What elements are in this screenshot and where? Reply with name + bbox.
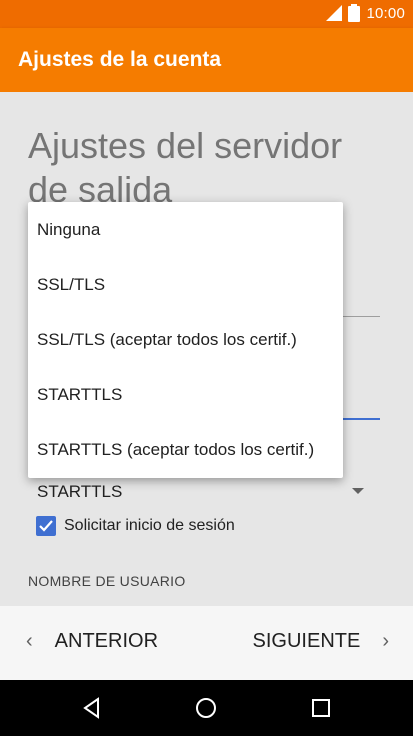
back-icon[interactable] [80, 696, 104, 720]
dropdown-option[interactable]: STARTTLS [28, 367, 343, 422]
require-signin-checkbox[interactable] [36, 516, 56, 536]
status-bar: 10:00 [0, 0, 413, 28]
security-type-select[interactable]: STARTTLS [28, 480, 368, 510]
next-button[interactable]: SIGUIENTE › [253, 630, 389, 653]
home-icon[interactable] [194, 696, 218, 720]
dropdown-option[interactable]: SSL/TLS [28, 257, 343, 312]
security-type-value: STARTTLS [37, 482, 123, 501]
require-signin-row[interactable]: Solicitar inicio de sesión [36, 514, 235, 538]
chevron-right-icon: › [382, 630, 389, 652]
check-icon [39, 520, 53, 532]
dropdown-arrow-icon [352, 488, 364, 494]
recents-icon[interactable] [309, 696, 333, 720]
chevron-left-icon: ‹ [26, 630, 33, 652]
security-dropdown-menu: Ninguna SSL/TLS SSL/TLS (aceptar todos l… [28, 202, 343, 478]
wizard-navigation: ‹ ANTERIOR SIGUIENTE › [0, 606, 413, 680]
username-section-label: NOMBRE DE USUARIO [28, 573, 186, 589]
page-heading: Ajustes del servidor de salida [28, 125, 343, 210]
status-time: 10:00 [366, 4, 405, 22]
dropdown-option[interactable]: Ninguna [28, 202, 343, 257]
app-bar: Ajustes de la cuenta [0, 28, 413, 92]
signal-icon [326, 5, 343, 21]
dropdown-option[interactable]: SSL/TLS (aceptar todos los certif.) [28, 312, 343, 367]
next-label: SIGUIENTE [252, 630, 361, 652]
app-bar-title: Ajustes de la cuenta [18, 48, 222, 71]
system-navigation-bar [0, 680, 413, 736]
battery-icon [348, 4, 361, 22]
previous-button[interactable]: ‹ ANTERIOR [26, 630, 158, 653]
dropdown-option[interactable]: STARTTLS (aceptar todos los certif.) [28, 422, 343, 477]
require-signin-label: Solicitar inicio de sesión [64, 517, 235, 534]
previous-label: ANTERIOR [54, 630, 159, 652]
